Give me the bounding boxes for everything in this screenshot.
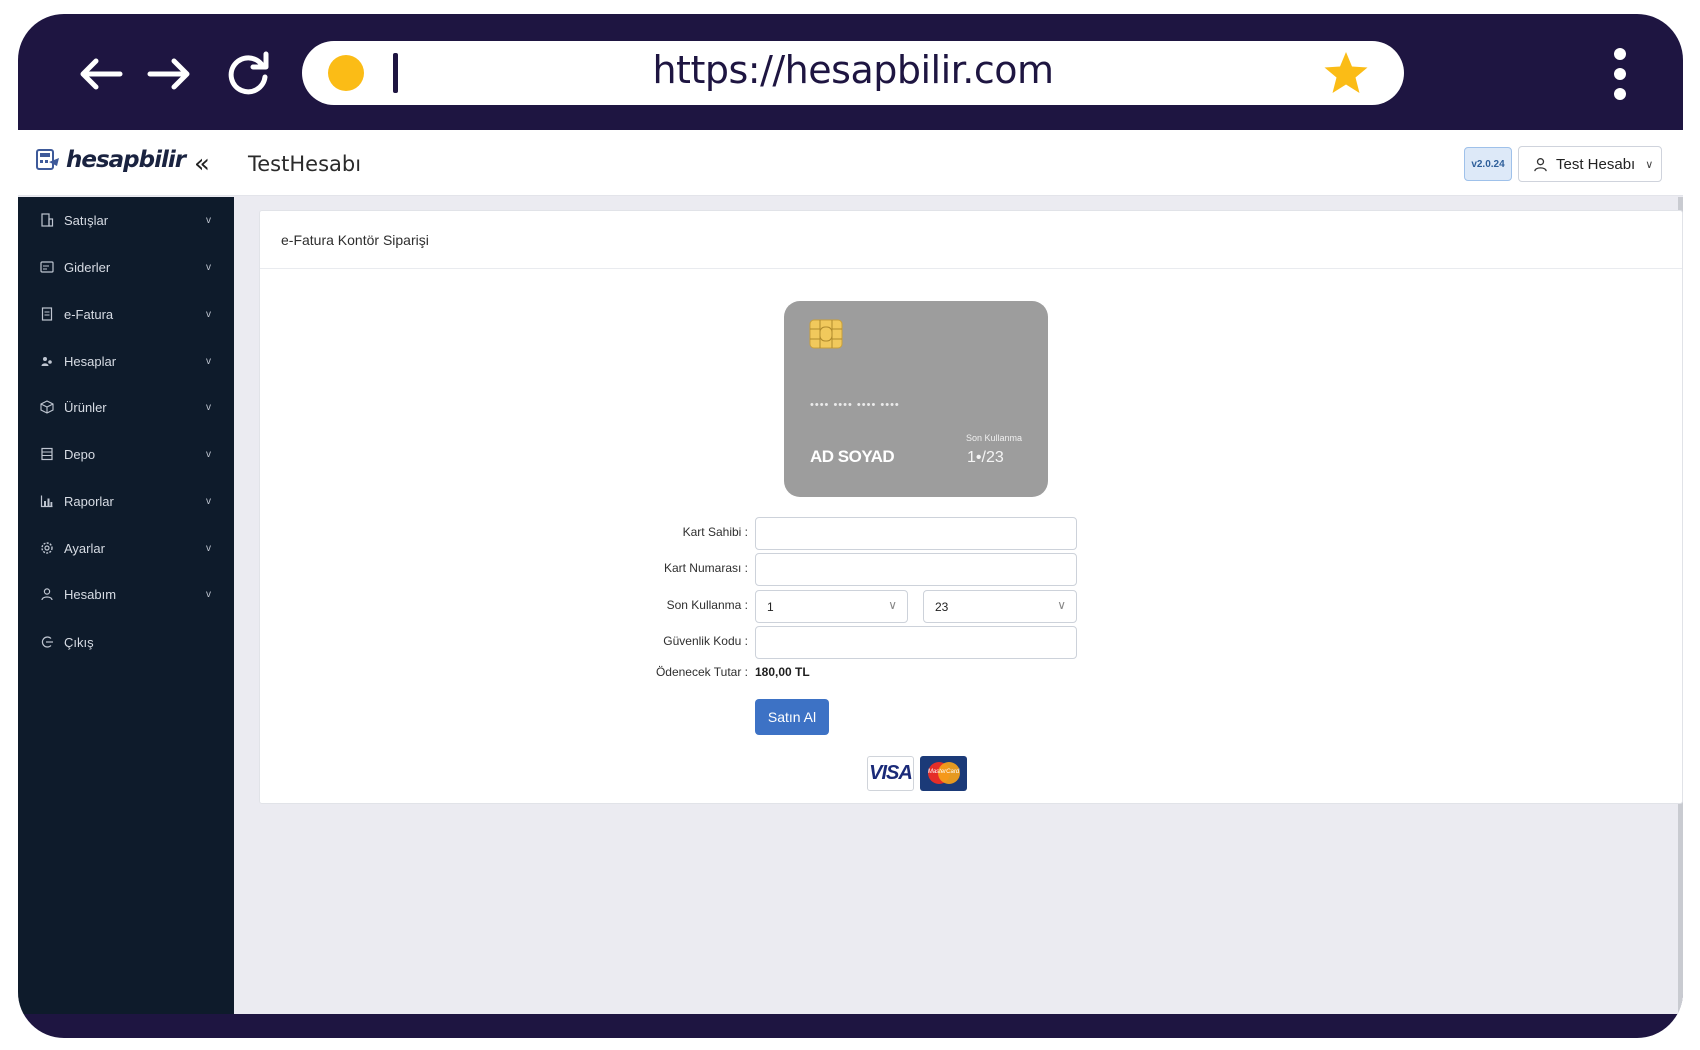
mastercard-logo: MasterCard (920, 756, 967, 791)
sidebar-collapse-button[interactable]: « (194, 149, 210, 179)
card-expiry-label: Son Kullanma (966, 433, 1023, 443)
card-number-input[interactable] (755, 553, 1077, 586)
sidebar-item-label: Ayarlar (64, 540, 105, 556)
form-row-total: Ödenecek Tutar : 180,00 TL (260, 663, 1160, 696)
sidebar-item-label: Depo (64, 446, 96, 462)
user-menu-button[interactable]: Test Hesabı ∨ (1518, 146, 1662, 182)
sidebar-item-label: e-Fatura (64, 306, 114, 322)
expiry-label: Son Kullanma : (666, 598, 748, 612)
user-icon (40, 587, 54, 601)
calculator-logo-icon (36, 149, 59, 170)
chevron-down-icon: ∨ (1057, 598, 1066, 612)
url-text[interactable]: https://hesapbilir.com (302, 48, 1404, 92)
sidebar-item-urunler[interactable]: Ürünler v (18, 384, 234, 430)
chevron-down-icon: v (206, 355, 211, 367)
cvc-label: Güvenlik Kodu : (663, 634, 748, 648)
sidebar-item-ayarlar[interactable]: Ayarlar v (18, 525, 234, 571)
buy-button[interactable]: Satın Al (755, 699, 829, 735)
sidebar-item-label: Giderler (64, 259, 111, 275)
chevron-down-icon: v (206, 542, 211, 554)
total-amount: 180,00 TL (755, 665, 810, 679)
reload-icon[interactable] (218, 44, 278, 104)
gear-icon (40, 541, 54, 555)
card-expiry-preview: 1•/23 (967, 449, 1004, 466)
users-icon (40, 354, 54, 368)
expiry-month-select[interactable]: 1 ∨ (755, 590, 908, 623)
chevron-down-icon: ∨ (1645, 158, 1654, 171)
credit-card-preview: •••• •••• •••• •••• AD SOYAD Son Kullanm… (784, 301, 1048, 497)
sidebar-item-giderler[interactable]: Giderler v (18, 244, 234, 290)
sidebar-item-label: Ürünler (64, 399, 107, 415)
bookmark-star-icon[interactable] (1322, 49, 1370, 97)
chart-icon (40, 494, 54, 508)
card-holder-input[interactable] (755, 517, 1077, 550)
building-icon (40, 213, 54, 227)
logo-text: hesapbilir (66, 147, 186, 173)
receipt-icon (40, 260, 54, 274)
security-code-input[interactable] (755, 626, 1077, 659)
sidebar-item-label: Çıkış (64, 634, 94, 650)
sidebar-item-label: Satışlar (64, 212, 109, 228)
expiry-year-select[interactable]: 23 ∨ (923, 590, 1077, 623)
sidebar-item-depo[interactable]: Depo v (18, 431, 234, 477)
chevron-down-icon: v (206, 214, 211, 226)
card-holder-preview: AD SOYAD (810, 447, 895, 466)
sidebar-item-label: Hesaplar (64, 353, 117, 369)
sidebar: Satışlar v Giderler v e-Fatura v Hesapla… (18, 197, 234, 1014)
chevron-down-icon: v (206, 261, 211, 273)
sidebar-item-e-fatura[interactable]: e-Fatura v (18, 291, 234, 337)
sidebar-item-cikis[interactable]: Çıkış (18, 619, 234, 665)
warehouse-icon (40, 447, 54, 461)
expiry-month-value: 1 (767, 600, 774, 614)
user-name: Test Hesabı (1556, 155, 1636, 173)
browser-frame: https://hesapbilir.com hesapbilir « Test… (18, 14, 1683, 1038)
order-card: e-Fatura Kontör Siparişi •••• •••• •••• … (259, 210, 1683, 804)
invoice-icon (40, 307, 54, 321)
sidebar-item-label: Hesabım (64, 586, 117, 602)
sidebar-item-hesaplar[interactable]: Hesaplar v (18, 338, 234, 384)
chevron-down-icon: v (206, 448, 211, 460)
box-icon (40, 400, 54, 414)
app-viewport: hesapbilir « TestHesabı v2.0.24 Test Hes… (18, 130, 1683, 1014)
number-label: Kart Numarası : (663, 561, 748, 575)
holder-label: Kart Sahibi : (682, 525, 748, 539)
app-logo[interactable]: hesapbilir (35, 147, 186, 173)
card-title: e-Fatura Kontör Siparişi (260, 211, 1682, 269)
forward-arrow-icon[interactable] (140, 44, 200, 104)
visa-logo: VISA (867, 756, 914, 791)
logout-icon (40, 635, 54, 649)
kebab-menu-icon[interactable] (1608, 48, 1632, 100)
back-arrow-icon[interactable] (70, 44, 130, 104)
sidebar-item-hesabim[interactable]: Hesabım v (18, 571, 234, 617)
chevron-down-icon: v (206, 495, 211, 507)
chevron-down-icon: v (206, 308, 211, 320)
chevron-down-icon: ∨ (888, 598, 897, 612)
browser-toolbar: https://hesapbilir.com (18, 14, 1683, 130)
sidebar-item-raporlar[interactable]: Raporlar v (18, 478, 234, 524)
address-bar[interactable]: https://hesapbilir.com (302, 41, 1404, 105)
chevron-down-icon: v (206, 588, 211, 600)
expiry-year-value: 23 (935, 600, 949, 614)
total-label: Ödenecek Tutar : (655, 665, 748, 679)
chevron-down-icon: v (206, 401, 211, 413)
card-number-preview: •••• •••• •••• •••• (810, 399, 900, 411)
mastercard-logo-text: MasterCard (927, 769, 960, 775)
account-title: TestHesabı (248, 152, 362, 176)
version-badge: v2.0.24 (1464, 147, 1512, 181)
user-icon (1534, 157, 1547, 171)
app-header: hesapbilir « TestHesabı v2.0.24 Test Hes… (18, 130, 1683, 196)
sidebar-item-satislar[interactable]: Satışlar v (18, 197, 234, 243)
sidebar-item-label: Raporlar (64, 493, 114, 509)
card-chip-icon (809, 319, 843, 349)
